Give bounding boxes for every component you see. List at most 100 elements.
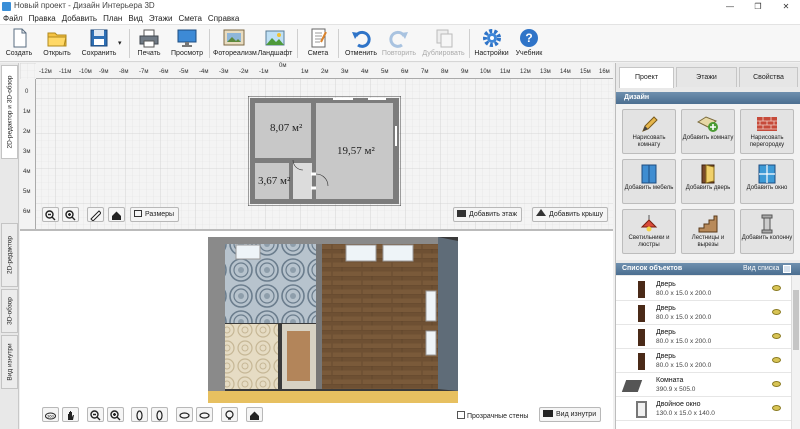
estimate-button[interactable]: Смета bbox=[303, 27, 333, 60]
list-item[interactable]: Двойное окно 130.0 x 15.0 x 140.0 bbox=[616, 398, 791, 421]
zoom-out-icon bbox=[90, 410, 101, 421]
visibility-eye-icon[interactable] bbox=[772, 381, 781, 387]
settings-button[interactable]: Настройки bbox=[473, 27, 510, 60]
add-column-tile[interactable]: Добавить колонну bbox=[740, 209, 794, 254]
save-button[interactable]: Сохранить bbox=[79, 27, 119, 60]
menu-estimate[interactable]: Смета bbox=[175, 13, 204, 24]
print-button[interactable]: Печать bbox=[134, 27, 164, 60]
add-furniture-tile[interactable]: Добавить мебель bbox=[622, 159, 676, 204]
inside-view-button[interactable]: Вид изнутри bbox=[539, 407, 602, 422]
zoom-out-3d-button[interactable] bbox=[87, 407, 104, 422]
right-panel: Проект Этажи Свойства Дизайн Нарисовать … bbox=[615, 63, 800, 429]
tutorial-button[interactable]: ? Учебник bbox=[513, 27, 545, 60]
zoom-in-button[interactable] bbox=[62, 207, 79, 222]
pan-button[interactable] bbox=[62, 407, 79, 422]
rotate-right-button[interactable] bbox=[151, 407, 168, 422]
open-button[interactable]: Открыть bbox=[38, 27, 76, 60]
zoom-in-3d-button[interactable] bbox=[107, 407, 124, 422]
tab-properties[interactable]: Свойства bbox=[739, 67, 798, 87]
menu-help[interactable]: Справка bbox=[205, 13, 242, 24]
create-button[interactable]: Создать bbox=[3, 27, 35, 60]
view-3d-canvas[interactable]: 360 Прозрачные стены Вид изнутри bbox=[20, 229, 613, 429]
ruler-label: -3м bbox=[219, 69, 229, 75]
redo-button[interactable]: Повторить bbox=[380, 27, 418, 60]
ruler-label: -4м bbox=[199, 69, 209, 75]
list-view-icon[interactable] bbox=[783, 265, 791, 273]
close-icon[interactable]: ✕ bbox=[772, 0, 800, 13]
add-roof-button[interactable]: Добавить крышу bbox=[532, 207, 608, 222]
ruler-label: 6м bbox=[401, 69, 409, 75]
list-item[interactable]: Комната 390.9 x 505.0 bbox=[616, 374, 791, 397]
tab-2d-and-3d[interactable]: 2D-редактор и 3D-обзор bbox=[1, 65, 18, 159]
toolbar-separator bbox=[129, 29, 130, 58]
view-list-button[interactable]: Вид списка bbox=[743, 263, 779, 275]
photorealism-button[interactable]: Фотореализм bbox=[213, 27, 257, 60]
home-view-button[interactable] bbox=[108, 207, 125, 222]
duplicate-button[interactable]: Дублировать bbox=[421, 27, 466, 60]
menu-add[interactable]: Добавить bbox=[59, 13, 100, 24]
add-door-tile[interactable]: Добавить дверь bbox=[681, 159, 735, 204]
landscape-button[interactable]: Ландшафт bbox=[257, 27, 293, 60]
objects-scrollbar[interactable] bbox=[791, 276, 800, 429]
menu-edit[interactable]: Правка bbox=[26, 13, 59, 24]
ruler-label: 1м bbox=[301, 69, 309, 75]
ruler-label: 3м bbox=[341, 69, 349, 75]
dimensions-button[interactable]: Размеры bbox=[130, 207, 180, 222]
add-window-tile[interactable]: Добавить окно bbox=[740, 159, 794, 204]
list-item[interactable]: Дверь 80.0 x 15.0 x 200.0 bbox=[616, 278, 791, 301]
tilt-down-button[interactable] bbox=[196, 407, 213, 422]
home-3d-button[interactable] bbox=[246, 407, 263, 422]
save-dropdown-icon[interactable]: ▾ bbox=[118, 39, 122, 47]
tab-3d-view[interactable]: 3D-обзор bbox=[1, 289, 18, 333]
transparent-walls-toggle[interactable]: Прозрачные стены bbox=[457, 411, 528, 420]
ruler-label: 0 bbox=[25, 89, 29, 95]
ruler-label: -1м bbox=[259, 69, 269, 75]
tab-2d-editor[interactable]: 2D-редактор bbox=[1, 223, 18, 287]
monitor-icon bbox=[176, 28, 198, 48]
zoom-in-icon bbox=[65, 210, 76, 221]
rotate-left-button[interactable] bbox=[131, 407, 148, 422]
draw-room-tile[interactable]: Нарисовать комнату bbox=[622, 109, 676, 154]
toolbar-separator bbox=[469, 29, 470, 58]
draw-partition-tile[interactable]: Нарисовать перегородку bbox=[740, 109, 794, 154]
visibility-eye-icon[interactable] bbox=[772, 357, 781, 363]
video-camera-icon bbox=[543, 410, 553, 417]
scrollbar-thumb[interactable] bbox=[793, 290, 799, 350]
rotate-left-icon bbox=[136, 410, 143, 421]
undo-button[interactable]: Отменить bbox=[343, 27, 379, 60]
rotate-360-button[interactable]: 360 bbox=[42, 407, 59, 422]
door-thumbnail bbox=[638, 353, 645, 370]
ruler-label: 11м bbox=[500, 69, 511, 75]
tab-inside-view[interactable]: Вид изнутри bbox=[1, 335, 18, 389]
home-icon bbox=[250, 411, 259, 420]
list-item[interactable]: Дверь 80.0 x 15.0 x 200.0 bbox=[616, 326, 791, 349]
visibility-eye-icon[interactable] bbox=[772, 333, 781, 339]
preview-button[interactable]: Просмотр bbox=[169, 27, 205, 60]
list-item[interactable]: Дверь 80.0 x 15.0 x 200.0 bbox=[616, 302, 791, 325]
add-floor-button[interactable]: Добавить этаж bbox=[453, 207, 523, 222]
tab-project[interactable]: Проект bbox=[619, 67, 674, 88]
toolbar-separator bbox=[297, 29, 298, 58]
zoom-out-button[interactable] bbox=[42, 207, 59, 222]
tab-floors[interactable]: Этажи bbox=[676, 67, 737, 87]
visibility-eye-icon[interactable] bbox=[772, 309, 781, 315]
visibility-eye-icon[interactable] bbox=[772, 405, 781, 411]
add-room-tile[interactable]: Добавить комнату bbox=[681, 109, 735, 154]
lighting-button[interactable] bbox=[221, 407, 238, 422]
measure-button[interactable] bbox=[87, 207, 104, 222]
minimize-icon[interactable]: — bbox=[716, 0, 744, 13]
menu-file[interactable]: Файл bbox=[0, 13, 26, 24]
stairs-tile[interactable]: Лестницы и вырезы bbox=[681, 209, 735, 254]
plan-2d-canvas[interactable]: 8,07 м² 19,57 м² 3,67 м² Размеры Добавит… bbox=[20, 63, 613, 229]
menu-plan[interactable]: План bbox=[100, 13, 125, 24]
redo-icon bbox=[388, 28, 410, 48]
room-area-label: 3,67 м² bbox=[258, 175, 291, 187]
menu-view[interactable]: Вид bbox=[125, 13, 145, 24]
list-item[interactable]: Дверь 80.0 x 15.0 x 200.0 bbox=[616, 350, 791, 373]
lights-tile[interactable]: Светильники и люстры bbox=[622, 209, 676, 254]
maximize-icon[interactable]: ❐ bbox=[744, 0, 772, 13]
transparent-walls-checkbox[interactable] bbox=[457, 411, 465, 419]
menu-floors[interactable]: Этажи bbox=[146, 13, 176, 24]
tilt-up-button[interactable] bbox=[176, 407, 193, 422]
visibility-eye-icon[interactable] bbox=[772, 285, 781, 291]
